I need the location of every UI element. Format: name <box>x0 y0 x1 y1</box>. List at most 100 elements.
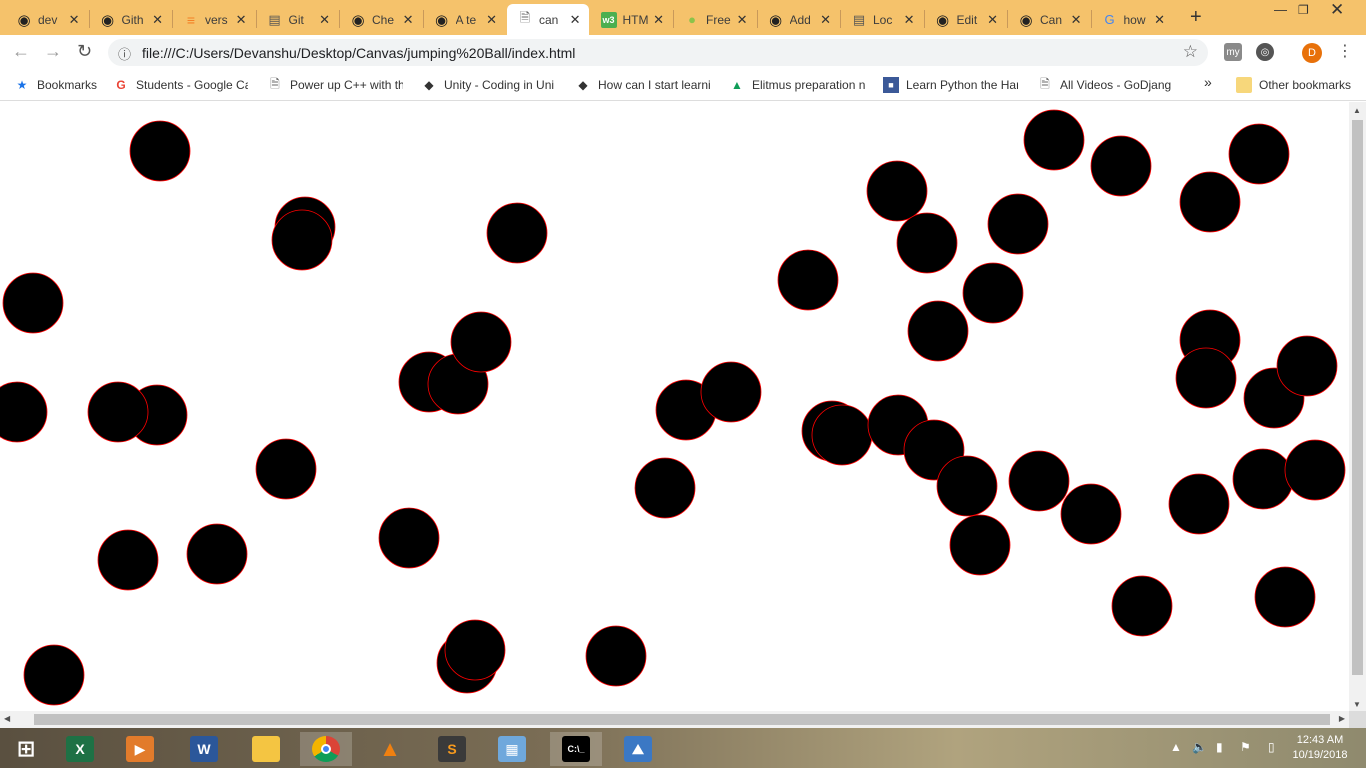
tab-close-icon[interactable]: ✕ <box>69 12 80 28</box>
scroll-left-arrow-icon[interactable]: ◀ <box>4 714 10 723</box>
ball <box>866 160 928 222</box>
chrome-icon <box>312 736 340 762</box>
scroll-right-arrow-icon[interactable]: ▶ <box>1339 714 1345 723</box>
vertical-scrollbar[interactable]: ▲ ▼ <box>1349 102 1366 711</box>
bookmark-item-unity-coding[interactable]: ◆ Unity - Coding in Uni <box>421 77 556 93</box>
tab-close-icon[interactable]: ✕ <box>820 12 831 28</box>
taskbar-control-panel[interactable]: ▦ <box>486 732 538 766</box>
tab-title: how <box>1123 12 1146 27</box>
volume-icon[interactable]: 🔈 <box>1192 740 1207 754</box>
tab-3[interactable]: ▤ Git ✕ <box>257 4 339 35</box>
back-button[interactable]: ← <box>12 41 30 62</box>
tab-close-icon[interactable]: ✕ <box>1071 12 1082 28</box>
new-tab-button[interactable]: + <box>1190 6 1202 29</box>
tab-13[interactable]: Ghow ✕ <box>1092 4 1174 35</box>
minimize-button[interactable]: — <box>1274 2 1287 17</box>
tab-title: Git <box>288 12 304 27</box>
taskbar-word[interactable]: W <box>178 732 230 766</box>
taskbar-cmd[interactable]: C:\_ <box>550 732 602 766</box>
maximize-button[interactable]: ❐ <box>1298 3 1309 17</box>
taskbar-file-explorer[interactable] <box>240 732 292 766</box>
ball <box>700 361 762 423</box>
taskbar-sublime[interactable]: S <box>426 732 478 766</box>
tab-4[interactable]: ◉ Che ✕ <box>340 4 422 35</box>
tab-0[interactable]: ◉ dev ✕ <box>6 4 88 35</box>
ball <box>271 209 333 271</box>
info-icon[interactable]: ⓘ <box>118 44 131 63</box>
ball <box>255 438 317 500</box>
bookmark-item-all-videos[interactable]: 🗎 All Videos - GoDjang <box>1037 77 1172 93</box>
google-icon: G <box>1104 12 1115 27</box>
extension-my-icon[interactable]: my <box>1224 43 1242 61</box>
scroll-up-arrow-icon[interactable]: ▲ <box>1353 106 1361 115</box>
bookmark-item-power-up-cpp[interactable]: 🗎 Power up C++ with th <box>267 77 403 93</box>
tab-6[interactable]: 🗎 can ✕ <box>507 4 589 35</box>
bookmark-item-learn-python[interactable]: ■ Learn Python the Har <box>883 77 1018 93</box>
network-icon[interactable]: ▮ <box>1216 740 1223 754</box>
tab-close-icon[interactable]: ✕ <box>737 12 748 28</box>
taskbar-chrome[interactable] <box>300 732 352 766</box>
profile-avatar[interactable]: D <box>1302 43 1322 63</box>
taskbar-vlc[interactable]: ▲ <box>364 732 416 766</box>
tab-title: A te <box>455 12 477 27</box>
extension-ring-icon[interactable]: ◎ <box>1256 43 1274 61</box>
bookmark-label: All Videos - GoDjang <box>1060 78 1172 92</box>
taskbar-excel[interactable]: X <box>54 732 106 766</box>
tab-close-icon[interactable]: ✕ <box>987 12 998 28</box>
cmd-icon: C:\_ <box>562 736 590 762</box>
system-clock[interactable]: 12:43 AM 10/19/2018 <box>1290 733 1350 763</box>
github-icon: ◉ <box>100 11 115 29</box>
tab-2[interactable]: ≡ vers ✕ <box>173 4 255 35</box>
tab-8[interactable]: ● Free ✕ <box>674 4 756 35</box>
github-icon: ◉ <box>351 11 365 29</box>
bookmark-star-icon[interactable]: ☆ <box>1183 42 1198 62</box>
tab-close-icon[interactable]: ✕ <box>152 12 163 28</box>
ball <box>1175 347 1237 409</box>
bookmarks-overflow-button[interactable]: » <box>1204 74 1212 90</box>
bookmark-item-bookmarks[interactable]: ★ Bookmarks <box>14 77 97 93</box>
other-bookmarks[interactable]: Other bookmarks <box>1236 77 1351 93</box>
start-button[interactable]: ⊞ <box>0 732 52 766</box>
bookmark-item-how-can-i-start[interactable]: ◆ How can I start learni <box>575 77 710 93</box>
address-url: file:///C:/Users/Devanshu/Desktop/Canvas… <box>142 45 576 61</box>
taskbar-photos[interactable]: ⛰ <box>612 732 664 766</box>
bookmark-item-students[interactable]: G Students - Google Ca <box>113 77 248 93</box>
bookmark-item-elitmus[interactable]: ▲ Elitmus preparation n <box>729 77 865 93</box>
tab-close-icon[interactable]: ✕ <box>236 12 247 28</box>
action-center-flag-icon[interactable]: ⚑ <box>1240 740 1251 754</box>
chrome-menu-icon[interactable]: ⋮ <box>1337 41 1353 61</box>
vertical-scroll-thumb[interactable] <box>1352 120 1363 675</box>
horizontal-scroll-thumb[interactable] <box>34 714 1330 725</box>
tab-1[interactable]: ◉ Gith ✕ <box>90 4 172 35</box>
windows-icon: ⊞ <box>16 736 36 761</box>
reload-button[interactable]: ↻ <box>77 41 92 62</box>
close-window-button[interactable]: ✕ <box>1330 0 1344 20</box>
taskbar-media-player[interactable]: ▶ <box>114 732 166 766</box>
vlc-icon: ▲ <box>379 736 401 761</box>
tab-10[interactable]: ▤ Loc ✕ <box>841 4 923 35</box>
battery-icon[interactable]: ▯ <box>1268 740 1275 754</box>
github-icon: ◉ <box>434 11 449 29</box>
tab-close-icon[interactable]: ✕ <box>486 12 497 28</box>
tab-close-icon[interactable]: ✕ <box>653 12 664 28</box>
tab-9[interactable]: ◉ Add ✕ <box>758 4 840 35</box>
page-icon: ▤ <box>852 11 866 27</box>
tab-title: can <box>539 12 559 27</box>
tab-12[interactable]: ◉ Can ✕ <box>1008 4 1090 35</box>
forward-button[interactable]: → <box>44 41 62 62</box>
tab-close-icon[interactable]: ✕ <box>403 12 414 28</box>
horizontal-scrollbar[interactable]: ◀ ▶ <box>0 711 1349 728</box>
file-icon: 🗎 <box>1040 76 1050 91</box>
tab-5[interactable]: ◉ A te ✕ <box>424 4 506 35</box>
tab-11[interactable]: ◉ Edit ✕ <box>925 4 1007 35</box>
tab-close-icon[interactable]: ✕ <box>570 12 581 28</box>
tab-close-icon[interactable]: ✕ <box>319 12 330 28</box>
tab-close-icon[interactable]: ✕ <box>1154 12 1165 28</box>
media-player-icon: ▶ <box>126 736 154 762</box>
tab-close-icon[interactable]: ✕ <box>904 12 915 28</box>
ball <box>1023 109 1085 171</box>
tray-overflow-icon[interactable]: ▲ <box>1170 740 1182 754</box>
scroll-down-arrow-icon[interactable]: ▼ <box>1353 700 1361 709</box>
tab-7[interactable]: w3 HTM ✕ <box>591 4 673 35</box>
address-bar[interactable]: ⓘ file:///C:/Users/Devanshu/Desktop/Canv… <box>108 39 1208 66</box>
